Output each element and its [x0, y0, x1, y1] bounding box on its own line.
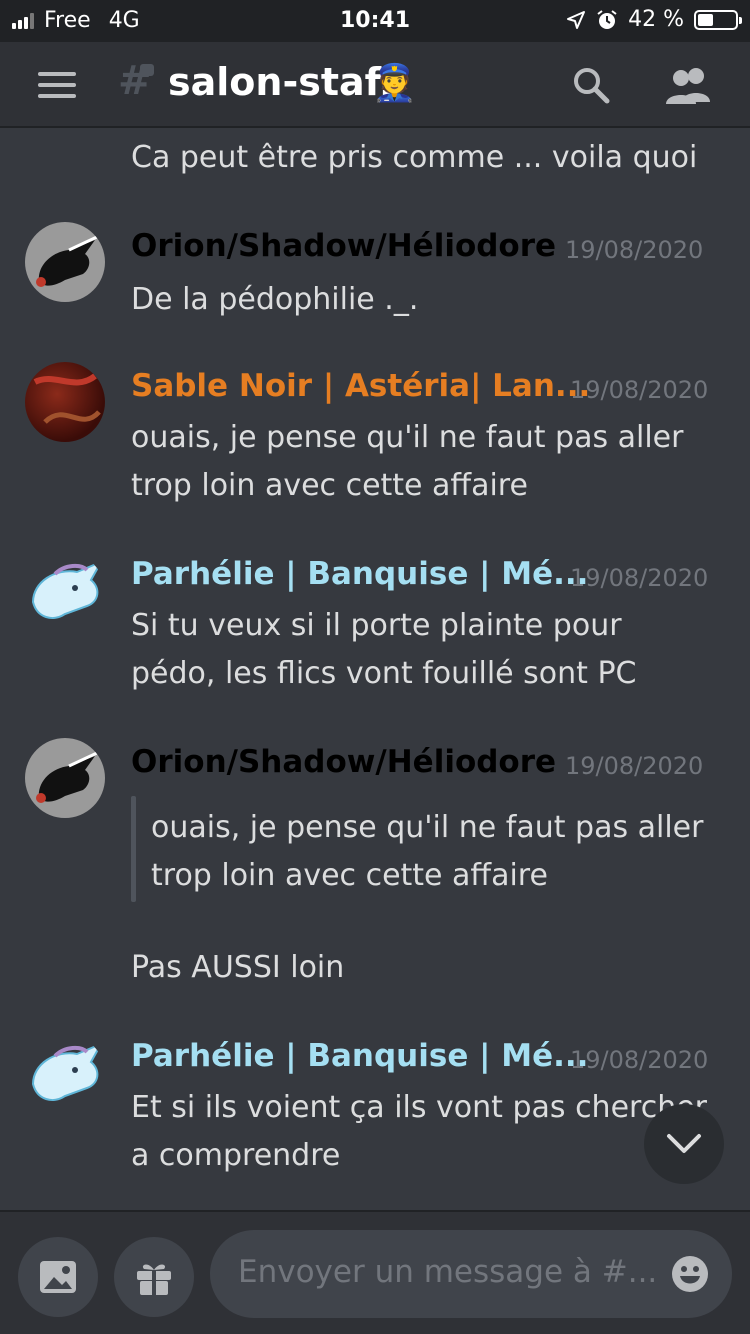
avatar[interactable] [25, 222, 105, 302]
ice-dragon-avatar-icon [31, 559, 104, 619]
message-text: trop loin avec cette affaire [131, 468, 528, 503]
message-text: Si tu veux si il porte plainte pour [131, 608, 622, 643]
location-arrow-icon [567, 10, 586, 29]
emoji-icon[interactable] [670, 1254, 710, 1294]
avatar[interactable] [25, 1034, 105, 1114]
message-timestamp: 19/08/2020 [570, 1046, 709, 1074]
quote-bar [131, 796, 136, 902]
avatar[interactable] [25, 552, 105, 632]
channel-header: # salon-staff 👮 [0, 42, 750, 128]
battery-percent: 42 % [628, 7, 684, 32]
message-composer: Envoyer un message à #... [0, 1210, 750, 1334]
search-icon[interactable] [572, 66, 610, 104]
scroll-to-bottom-button[interactable] [644, 1104, 724, 1184]
message-text: ouais, je pense qu'il ne faut pas aller [131, 420, 684, 455]
avatar[interactable] [25, 738, 105, 818]
message-text: Pas AUSSI loin [131, 950, 345, 985]
image-upload-button[interactable] [18, 1237, 98, 1317]
members-icon[interactable] [664, 64, 712, 106]
message-text: pédo, les flics vont fouillé sont PC [131, 656, 637, 691]
message-author[interactable]: Parhélie | Banquise | Mé... [131, 1038, 588, 1074]
message-list[interactable]: Ca peut être pris comme ... voila quoi O… [0, 128, 750, 1210]
message-author[interactable]: Orion/Shadow/Héliodore [131, 228, 556, 264]
message-timestamp: 19/08/2020 [570, 376, 709, 404]
alarm-icon [597, 9, 617, 29]
dragon-head-avatar-icon [36, 750, 100, 803]
quoted-text: ouais, je pense qu'il ne faut pas aller [151, 810, 704, 845]
dragon-head-avatar-icon [36, 234, 100, 287]
message-author[interactable]: Orion/Shadow/Héliodore [131, 744, 556, 780]
quoted-text: trop loin avec cette affaire [151, 858, 548, 893]
message-input-placeholder: Envoyer un message à #... [238, 1254, 658, 1290]
status-bar: Free 4G 10:41 42 % [0, 0, 750, 42]
ice-dragon-avatar-icon [31, 1041, 104, 1101]
channel-title[interactable]: salon-staff [168, 60, 395, 104]
message-text: Ca peut être pris comme ... voila quoi [131, 140, 698, 175]
police-officer-emoji: 👮 [372, 63, 417, 104]
gift-button[interactable] [114, 1237, 194, 1317]
gift-icon [137, 1264, 171, 1295]
avatar[interactable] [25, 362, 105, 442]
lock-icon [140, 64, 154, 76]
message-timestamp: 19/08/2020 [565, 752, 704, 780]
message-text: De la pédophilie ._. [131, 282, 419, 317]
message-author[interactable]: Parhélie | Banquise | Mé... [131, 556, 588, 592]
battery-icon [694, 9, 742, 30]
message-timestamp: 19/08/2020 [565, 236, 704, 264]
message-text: a comprendre [131, 1138, 341, 1173]
chevron-down-icon [667, 1134, 701, 1153]
image-icon [40, 1261, 76, 1293]
message-timestamp: 19/08/2020 [570, 564, 709, 592]
message-text: Et si ils voient ça ils vont pas cherche… [131, 1090, 708, 1125]
message-author[interactable]: Sable Noir | Astéria| Lan... [131, 368, 590, 404]
message-input[interactable]: Envoyer un message à #... [210, 1230, 732, 1318]
red-abstract-avatar-icon [33, 373, 101, 424]
hamburger-icon[interactable] [38, 72, 76, 98]
